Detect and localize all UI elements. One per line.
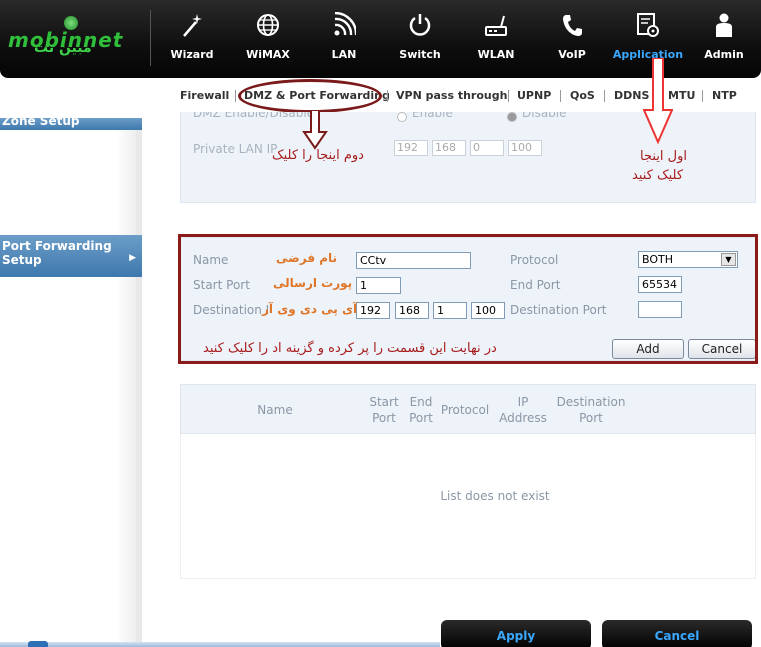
port-forwarding-table-header: Name Start Port End Port Protocol IP Add… xyxy=(180,384,756,434)
tab-divider xyxy=(508,90,509,102)
nav-label: VoIP xyxy=(558,48,586,61)
annotation-step1-line2: کلیک کنید xyxy=(632,168,684,183)
sidebar-item-label: Zone Setup xyxy=(2,118,80,128)
dmz-disable-option: Disable xyxy=(522,112,567,120)
tab-firewall[interactable]: Firewall xyxy=(180,89,229,102)
nav-item-switch[interactable]: Switch xyxy=(381,0,459,78)
dmz-ip-octet-3[interactable]: 0 xyxy=(470,140,504,156)
nav-label: LAN xyxy=(331,48,357,61)
protocol-select[interactable]: BOTH ▼ xyxy=(638,251,738,268)
annotation-step2: دوم اینجا را کلیک xyxy=(272,148,364,163)
phone-icon xyxy=(563,15,582,36)
sidebar-item-port-forwarding[interactable]: Port Forwarding Setup ▶ xyxy=(0,235,142,277)
cancel-button[interactable]: Cancel xyxy=(688,339,756,359)
column-header-start-port: Start Port xyxy=(369,395,399,425)
router-icon xyxy=(485,15,507,36)
protocol-label: Protocol xyxy=(510,253,559,267)
column-header-ip-address: IP Address xyxy=(499,395,547,425)
column-header-protocol: Protocol xyxy=(440,403,490,417)
start-port-input[interactable]: 1 xyxy=(356,277,401,294)
nav-label: Wizard xyxy=(170,48,214,61)
protocol-selected-value: BOTH xyxy=(642,253,674,266)
dmz-disable-radio[interactable] xyxy=(507,112,517,122)
chevron-right-icon: ▶ xyxy=(129,253,136,263)
tab-divider xyxy=(702,90,703,102)
sidebar-item-label: Port Forwarding Setup xyxy=(2,239,112,267)
sidebar-item-zone-setup[interactable]: Zone Setup xyxy=(0,118,142,130)
annotation-name-hint: نام فرضی xyxy=(276,251,338,265)
nav-item-wlan[interactable]: WLAN xyxy=(457,0,535,78)
end-port-label: End Port xyxy=(510,278,561,292)
tab-divider xyxy=(235,90,236,102)
footer-cancel-label: Cancel xyxy=(654,629,700,643)
dest-ip-octet-4[interactable]: 100 xyxy=(471,302,505,319)
nav-divider xyxy=(150,10,151,66)
nav-item-wimax[interactable]: WiMAX xyxy=(229,0,307,78)
private-lan-ip-label: Private LAN IP xyxy=(193,142,278,156)
destination-port-input[interactable] xyxy=(638,301,682,318)
annotation-final-instruction: در نهایت این قسمت را پر کرده و گزینه اد … xyxy=(203,341,497,356)
annotation-arrow-down-icon xyxy=(643,58,673,144)
brand-logo: mobinnet مبین نت xyxy=(8,14,138,58)
nav-item-admin[interactable]: Admin xyxy=(685,0,761,78)
destination-port-label: Destination Port xyxy=(510,303,607,317)
start-icon[interactable] xyxy=(28,641,48,647)
logo-text-fa: مبین نت xyxy=(34,40,92,56)
dest-ip-octet-1[interactable]: 192 xyxy=(356,302,390,319)
tab-qos[interactable]: QoS xyxy=(570,89,595,102)
name-input[interactable]: CCtv xyxy=(356,252,471,269)
nav-item-lan[interactable]: LAN xyxy=(305,0,383,78)
annotation-arrow-down-icon xyxy=(302,110,328,150)
left-sidebar: Zone Setup Port Forwarding Setup ▶ xyxy=(0,118,142,647)
apply-button[interactable]: Apply xyxy=(441,620,591,647)
annotation-step1-line1: اول اینجا xyxy=(640,149,687,164)
apply-button-label: Apply xyxy=(496,629,536,643)
tab-divider xyxy=(560,90,561,102)
dmz-ip-octet-4[interactable]: 100 xyxy=(508,140,542,156)
annotation-ip-hint: آی پی دی وی آر xyxy=(262,302,358,316)
nav-label: Switch xyxy=(399,48,441,61)
port-forwarding-table-body xyxy=(180,434,756,579)
column-header-name: Name xyxy=(257,403,293,417)
nav-label: Admin xyxy=(704,48,744,61)
dmz-enable-option: Enable xyxy=(412,112,453,120)
footer-cancel-button[interactable]: Cancel xyxy=(602,620,752,647)
wand-icon xyxy=(183,14,202,37)
start-port-label: Start Port xyxy=(193,278,250,292)
annotation-port-hint: پورت ارسالی xyxy=(273,276,353,290)
tab-ntp[interactable]: NTP xyxy=(712,89,737,102)
end-port-input[interactable]: 65534 xyxy=(638,276,682,293)
settings-page-icon xyxy=(637,13,659,37)
dmz-ip-octet-1[interactable]: 192 xyxy=(394,140,428,156)
column-header-end-port: End Port xyxy=(409,395,433,425)
tab-divider xyxy=(604,90,605,102)
nav-item-voip[interactable]: VoIP xyxy=(533,0,611,78)
dest-ip-octet-2[interactable]: 168 xyxy=(395,302,429,319)
chevron-down-icon[interactable]: ▼ xyxy=(721,253,736,266)
dest-ip-octet-3[interactable]: 1 xyxy=(433,302,467,319)
tab-dmz-port-forwarding[interactable]: DMZ & Port Forwarding xyxy=(244,89,390,102)
power-icon xyxy=(409,14,431,36)
name-label: Name xyxy=(193,253,229,267)
tab-divider xyxy=(387,90,388,102)
nav-label: WLAN xyxy=(477,48,515,61)
globe-icon xyxy=(257,14,279,36)
nav-item-wizard[interactable]: Wizard xyxy=(153,0,231,78)
os-taskbar xyxy=(0,642,440,647)
nav-label: WiMAX xyxy=(246,48,290,61)
tab-upnp[interactable]: UPNP xyxy=(517,89,551,102)
dmz-enable-radio[interactable] xyxy=(397,112,407,122)
column-header-destination-port: Destination Port xyxy=(556,395,626,425)
signal-icon xyxy=(334,12,356,36)
dmz-enable-label: DMZ Enable/Disable xyxy=(193,112,315,120)
tab-vpn-pass-through[interactable]: VPN pass through xyxy=(396,89,507,102)
user-icon xyxy=(716,13,732,37)
empty-list-message: List does not exist xyxy=(440,489,550,503)
dmz-ip-octet-2[interactable]: 168 xyxy=(432,140,466,156)
destination-ip-label: Destination IP xyxy=(193,303,270,317)
add-button[interactable]: Add xyxy=(612,339,684,359)
